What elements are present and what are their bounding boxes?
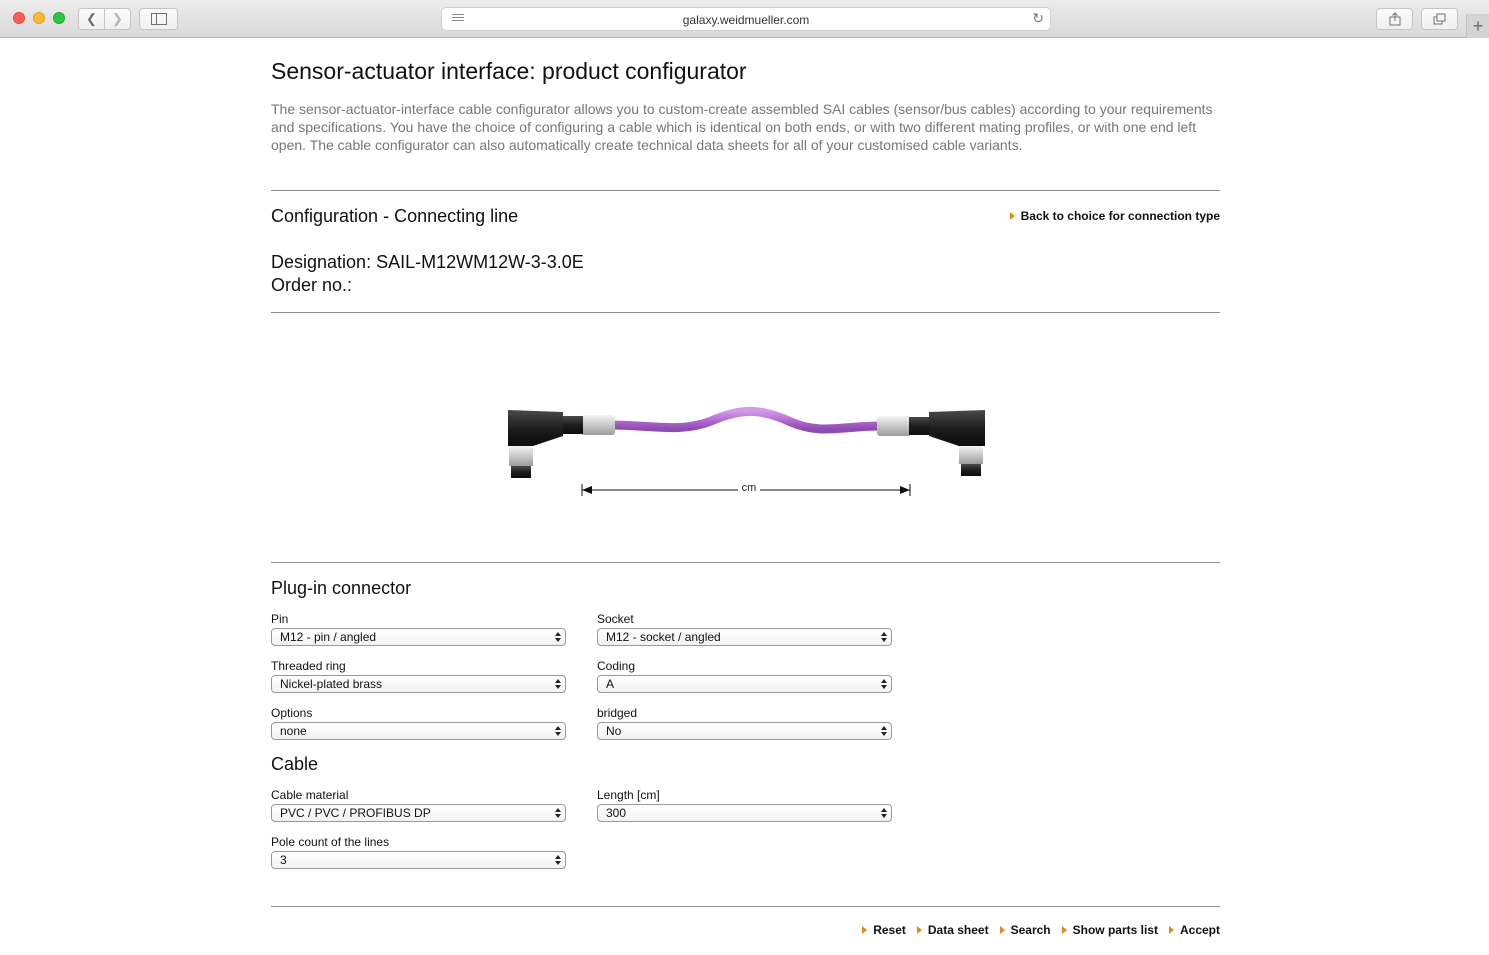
action-bar: Reset Data sheet Search Show parts list … bbox=[862, 923, 1220, 937]
url-text: galaxy.weidmueller.com bbox=[682, 13, 810, 27]
length-select[interactable]: 300 bbox=[597, 804, 892, 822]
back-link-label: Back to choice for connection type bbox=[1020, 209, 1220, 223]
bridged-label: bridged bbox=[597, 706, 638, 720]
zoom-window-button[interactable] bbox=[53, 12, 65, 24]
arrow-right-icon bbox=[1009, 212, 1015, 220]
back-to-connection-type-link[interactable]: Back to choice for connection type bbox=[1009, 209, 1220, 223]
pin-label: Pin bbox=[271, 612, 289, 626]
length-select-value: 300 bbox=[606, 806, 627, 820]
show-parts-list-label: Show parts list bbox=[1072, 923, 1158, 937]
socket-label: Socket bbox=[597, 612, 634, 626]
arrow-right-icon bbox=[916, 926, 922, 934]
cable-material-select[interactable]: PVC / PVC / PROFIBUS DP bbox=[271, 804, 566, 822]
show-parts-list-link[interactable]: Show parts list bbox=[1061, 923, 1158, 937]
cable-material-select-value: PVC / PVC / PROFIBUS DP bbox=[280, 806, 431, 820]
back-button[interactable]: ❮ bbox=[78, 8, 105, 30]
updown-chevron-icon bbox=[881, 807, 887, 819]
chevron-left-icon: ❮ bbox=[86, 11, 97, 26]
coding-label: Coding bbox=[597, 659, 636, 673]
divider bbox=[271, 190, 1220, 191]
bridged-select-value: No bbox=[606, 724, 622, 738]
dimension-label: cm bbox=[742, 482, 757, 494]
sidebar-icon bbox=[150, 13, 167, 25]
threaded-ring-select[interactable]: Nickel-plated brass bbox=[271, 675, 566, 693]
reset-label: Reset bbox=[873, 923, 906, 937]
configuration-title: Configuration - Connecting line bbox=[271, 206, 519, 226]
options-select-value: none bbox=[280, 724, 307, 738]
updown-chevron-icon bbox=[881, 631, 887, 643]
chevron-right-icon: ❯ bbox=[112, 11, 123, 26]
updown-chevron-icon bbox=[881, 678, 887, 690]
length-label: Length [cm] bbox=[597, 788, 660, 802]
designation-block: Designation: SAIL-M12WM12W-3-3.0E Order … bbox=[271, 251, 584, 297]
page-title: Sensor-actuator interface: product confi… bbox=[271, 58, 747, 84]
pole-count-label: Pole count of the lines bbox=[271, 835, 390, 849]
accept-link[interactable]: Accept bbox=[1168, 923, 1220, 937]
pin-connector-image bbox=[508, 410, 615, 478]
designation-text: Designation: SAIL-M12WM12W-3-3.0E bbox=[271, 252, 584, 272]
threaded-ring-label: Threaded ring bbox=[271, 659, 346, 673]
cable-material-label: Cable material bbox=[271, 788, 349, 802]
address-bar[interactable]: galaxy.weidmueller.com ↻ bbox=[441, 7, 1051, 31]
options-select[interactable]: none bbox=[271, 722, 566, 740]
intro-text: The sensor-actuator-interface cable conf… bbox=[271, 101, 1213, 153]
socket-connector-image bbox=[877, 410, 985, 476]
minimize-window-button[interactable] bbox=[33, 12, 45, 24]
arrow-right-icon bbox=[999, 926, 1005, 934]
data-sheet-link[interactable]: Data sheet bbox=[916, 923, 989, 937]
tabs-icon bbox=[1433, 13, 1446, 25]
pole-count-select[interactable]: 3 bbox=[271, 851, 566, 869]
pole-count-select-value: 3 bbox=[280, 853, 287, 867]
options-label: Options bbox=[271, 706, 313, 720]
new-tab-button[interactable]: + bbox=[1466, 14, 1489, 38]
updown-chevron-icon bbox=[555, 678, 561, 690]
search-label: Search bbox=[1010, 923, 1051, 937]
bridged-select[interactable]: No bbox=[597, 722, 892, 740]
data-sheet-label: Data sheet bbox=[927, 923, 989, 937]
updown-chevron-icon bbox=[881, 725, 887, 737]
cable-image: cm bbox=[508, 406, 985, 496]
search-link[interactable]: Search bbox=[999, 923, 1051, 937]
show-tabs-button[interactable] bbox=[1421, 8, 1458, 30]
arrow-right-icon bbox=[862, 926, 868, 934]
order-number-text: Order no.: bbox=[271, 275, 353, 295]
coding-select[interactable]: A bbox=[597, 675, 892, 693]
pin-select[interactable]: M12 - pin / angled bbox=[271, 628, 566, 646]
share-icon bbox=[1389, 12, 1400, 26]
socket-select[interactable]: M12 - socket / angled bbox=[597, 628, 892, 646]
share-button[interactable] bbox=[1376, 8, 1413, 30]
arrow-right-icon bbox=[1061, 926, 1067, 934]
updown-chevron-icon bbox=[555, 807, 561, 819]
sidebar-toggle-button[interactable] bbox=[139, 8, 178, 30]
updown-chevron-icon bbox=[555, 854, 561, 866]
updown-chevron-icon bbox=[555, 631, 561, 643]
plus-icon: + bbox=[1472, 15, 1484, 36]
arrow-right-icon bbox=[1168, 926, 1174, 934]
coding-select-value: A bbox=[606, 677, 615, 691]
updown-chevron-icon bbox=[555, 725, 561, 737]
pin-select-value: M12 - pin / angled bbox=[280, 630, 377, 644]
socket-select-value: M12 - socket / angled bbox=[606, 630, 721, 644]
threaded-ring-select-value: Nickel-plated brass bbox=[280, 677, 383, 691]
close-window-button[interactable] bbox=[13, 12, 25, 24]
divider bbox=[271, 562, 1220, 563]
divider bbox=[271, 906, 1220, 907]
reload-icon[interactable]: ↻ bbox=[1032, 10, 1044, 27]
divider bbox=[271, 312, 1220, 313]
cable-line bbox=[606, 406, 886, 434]
plugin-connector-title: Plug-in connector bbox=[271, 578, 412, 598]
reset-link[interactable]: Reset bbox=[862, 923, 906, 937]
accept-label: Accept bbox=[1179, 923, 1220, 937]
forward-button[interactable]: ❯ bbox=[104, 8, 131, 30]
browser-toolbar: ❮ ❯ galaxy.weidmueller.com ↻ + bbox=[0, 0, 1489, 38]
cable-title: Cable bbox=[271, 754, 319, 774]
